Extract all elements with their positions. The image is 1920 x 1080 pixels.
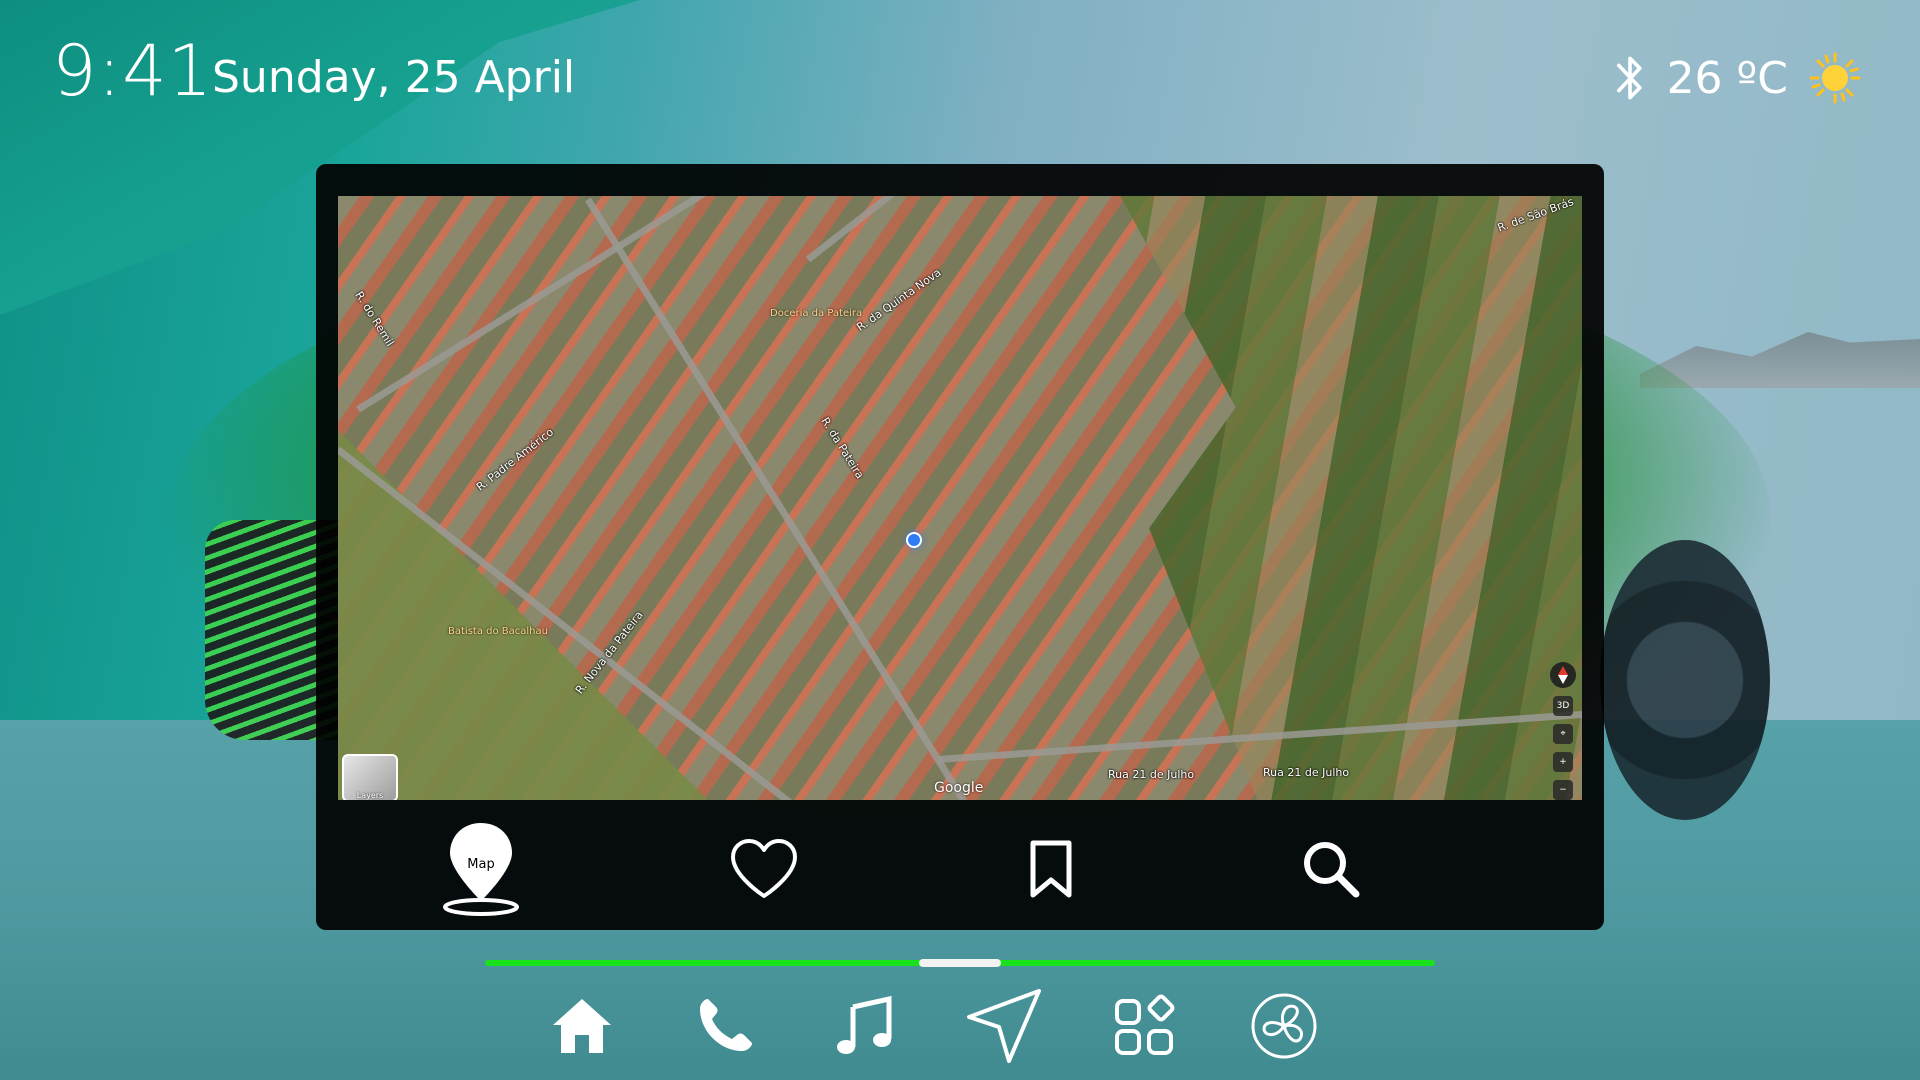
dock-climate[interactable] [1242, 985, 1326, 1067]
navigation-icon [967, 989, 1041, 1063]
apps-icon [1115, 994, 1175, 1055]
satellite-map[interactable]: R. Padre Américo R. da Quinta Nova R. da… [338, 196, 1582, 800]
tab-map-label: Map [467, 857, 495, 872]
bluetooth-icon[interactable] [1613, 50, 1647, 106]
panel-tab-bar: Map [316, 814, 1604, 924]
clock: 9:41 [52, 30, 214, 112]
car-wheel [1600, 540, 1770, 820]
status-indicators: 26 ºC [1613, 50, 1862, 106]
compass-icon[interactable] [1550, 662, 1576, 688]
tab-favorites[interactable] [719, 814, 809, 924]
dock-apps[interactable] [1104, 985, 1188, 1067]
map-3d-button[interactable]: 3D [1553, 696, 1573, 716]
zoom-in-button[interactable]: + [1553, 752, 1573, 772]
fan-icon [1251, 993, 1317, 1059]
music-icon [837, 995, 892, 1054]
poi-label[interactable]: Batista do Bacalhau [448, 626, 548, 637]
street-label: Rua 21 de Julho [1108, 768, 1195, 781]
app-dock [540, 985, 1380, 1067]
navigation-panel: R. Padre Américo R. da Quinta Nova R. da… [316, 164, 1604, 930]
map-controls: 3D ⌖ + − [1550, 662, 1576, 800]
date-label: Sunday, 25 April [212, 52, 576, 103]
dock-home[interactable] [540, 985, 624, 1067]
page-indicator-thumb[interactable] [919, 959, 1001, 967]
poi-label[interactable]: Doceria da Pateira [770, 308, 862, 319]
phone-icon [700, 999, 752, 1051]
tab-bookmarks[interactable] [1006, 814, 1096, 924]
heart-icon [731, 839, 797, 898]
tab-map[interactable]: Map [436, 814, 526, 924]
dock-phone[interactable] [682, 985, 766, 1067]
current-location-marker [906, 532, 922, 548]
home-icon [553, 999, 611, 1053]
dock-navigation[interactable] [962, 985, 1046, 1067]
bookmark-icon [1030, 840, 1072, 898]
map-attribution: Google [934, 780, 984, 796]
layers-button[interactable]: Layers [342, 754, 398, 800]
temperature: 26 ºC [1666, 52, 1788, 104]
page-indicator[interactable] [485, 959, 1435, 967]
tab-search[interactable] [1286, 814, 1376, 924]
dock-music[interactable] [822, 985, 906, 1067]
zoom-out-button[interactable]: − [1553, 780, 1573, 800]
street-label: Rua 21 de Julho [1263, 766, 1350, 779]
recenter-button[interactable]: ⌖ [1553, 724, 1573, 744]
search-icon [1304, 842, 1360, 898]
sun-icon [1809, 52, 1861, 104]
